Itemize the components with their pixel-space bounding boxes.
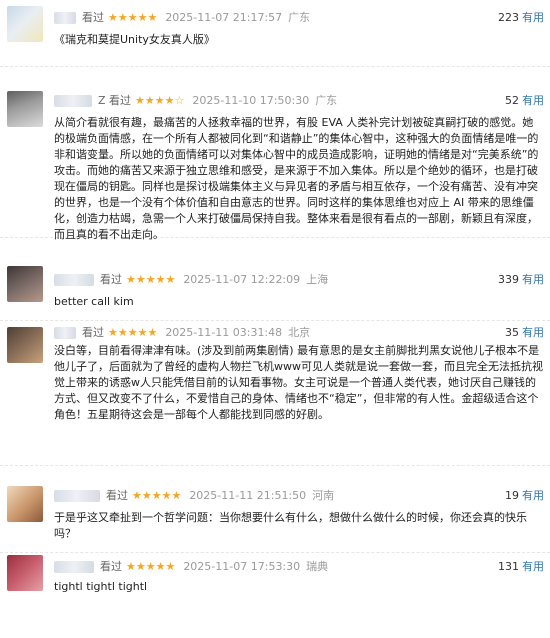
review-content: 没白等，目前看得津津有味。(涉及到前两集剧情) 最有意思的是女主前脚批判黑女说他… [54, 344, 543, 421]
review-meta: 看过 ★★★★★ 2025-11-07 21:17:57 广东 [54, 10, 310, 26]
rating-stars: ★★★★★ [126, 273, 176, 286]
review-location: 上海 [306, 273, 329, 286]
username[interactable] [54, 95, 92, 107]
avatar[interactable] [7, 266, 43, 302]
useful-count: 52 [505, 94, 519, 107]
watch-status: 看过 [100, 273, 122, 286]
review-meta: 看过 ★★★★★ 2025-11-07 17:53:30 瑞典 [54, 559, 328, 575]
username[interactable] [54, 12, 76, 24]
watch-status: Z 看过 [98, 94, 132, 107]
useful-vote[interactable]: 223 有用 [498, 10, 544, 26]
review-content: tightl tightl tightl [54, 580, 148, 593]
useful-vote[interactable]: 52 有用 [505, 93, 544, 109]
review-meta: 看过 ★★★★★ 2025-11-11 21:51:50 河南 [54, 488, 334, 504]
review-item: 看过 ★★★★★ 2025-11-07 21:17:57 广东 223 有用 《瑞… [0, 0, 550, 67]
username[interactable] [54, 274, 94, 286]
useful-vote[interactable]: 19 有用 [505, 488, 544, 504]
useful-vote[interactable]: 339 有用 [498, 272, 544, 288]
review-content: 《瑞克和莫提Unity女友真人版》 [54, 33, 215, 46]
review-content: better call kim [54, 295, 134, 308]
review-location: 广东 [288, 11, 311, 24]
rating-stars: ★★★★★ [132, 489, 182, 502]
username[interactable] [54, 327, 76, 339]
review-date: 2025-11-07 21:17:57 [165, 11, 283, 24]
useful-count: 19 [505, 489, 519, 502]
review-location: 广东 [315, 94, 338, 107]
review-date: 2025-11-07 12:22:09 [183, 273, 301, 286]
review-meta: 看过 ★★★★★ 2025-11-11 03:31:48 北京 [54, 325, 310, 341]
review-content: 从简介看就很有趣，最痛苦的人拯救幸福的世界，有股 EVA 人类补完计划被碇真嗣打… [54, 116, 539, 241]
useful-button[interactable]: 有用 [522, 489, 544, 502]
username[interactable] [54, 490, 100, 502]
review-location: 河南 [312, 489, 335, 502]
watch-status: 看过 [82, 326, 104, 339]
useful-vote[interactable]: 35 有用 [505, 325, 544, 341]
review-date: 2025-11-11 21:51:50 [189, 489, 307, 502]
rating-stars: ★★★★★ [108, 11, 158, 24]
useful-button[interactable]: 有用 [522, 326, 544, 339]
review-meta: Z 看过 ★★★★☆ 2025-11-10 17:50:30 广东 [54, 93, 337, 109]
review-meta: 看过 ★★★★★ 2025-11-07 12:22:09 上海 [54, 272, 328, 288]
useful-button[interactable]: 有用 [522, 11, 544, 24]
review-item: 看过 ★★★★★ 2025-11-11 03:31:48 北京 35 有用 没白等… [0, 321, 550, 466]
watch-status: 看过 [106, 489, 128, 502]
review-date: 2025-11-11 03:31:48 [165, 326, 283, 339]
review-item: 看过 ★★★★★ 2025-11-07 12:22:09 上海 339 有用 be… [0, 238, 550, 321]
review-location: 北京 [288, 326, 311, 339]
review-item: Z 看过 ★★★★☆ 2025-11-10 17:50:30 广东 52 有用 从… [0, 67, 550, 241]
avatar[interactable] [7, 6, 43, 42]
rating-stars: ★★★★☆ [135, 94, 185, 107]
watch-status: 看过 [82, 11, 104, 24]
rating-stars: ★★★★★ [126, 560, 176, 573]
avatar[interactable] [7, 555, 43, 591]
useful-count: 131 [498, 560, 519, 573]
avatar[interactable] [7, 327, 43, 363]
review-location: 瑞典 [306, 560, 329, 573]
useful-count: 35 [505, 326, 519, 339]
avatar[interactable] [7, 91, 43, 127]
useful-button[interactable]: 有用 [522, 94, 544, 107]
review-item: 看过 ★★★★★ 2025-11-11 21:51:50 河南 19 有用 于是乎… [0, 466, 550, 553]
review-date: 2025-11-07 17:53:30 [183, 560, 301, 573]
rating-stars: ★★★★★ [108, 326, 158, 339]
useful-button[interactable]: 有用 [522, 560, 544, 573]
useful-button[interactable]: 有用 [522, 273, 544, 286]
review-date: 2025-11-10 17:50:30 [192, 94, 310, 107]
watch-status: 看过 [100, 560, 122, 573]
useful-count: 223 [498, 11, 519, 24]
avatar[interactable] [7, 486, 43, 522]
useful-count: 339 [498, 273, 519, 286]
useful-vote[interactable]: 131 有用 [498, 559, 544, 575]
review-item: 看过 ★★★★★ 2025-11-07 17:53:30 瑞典 131 有用 ti… [0, 553, 550, 638]
username[interactable] [54, 561, 94, 573]
review-content: 于是乎这又牵扯到一个哲学问题：当你想要什么有什么，想做什么做什么的时候，你还会真… [54, 511, 527, 540]
